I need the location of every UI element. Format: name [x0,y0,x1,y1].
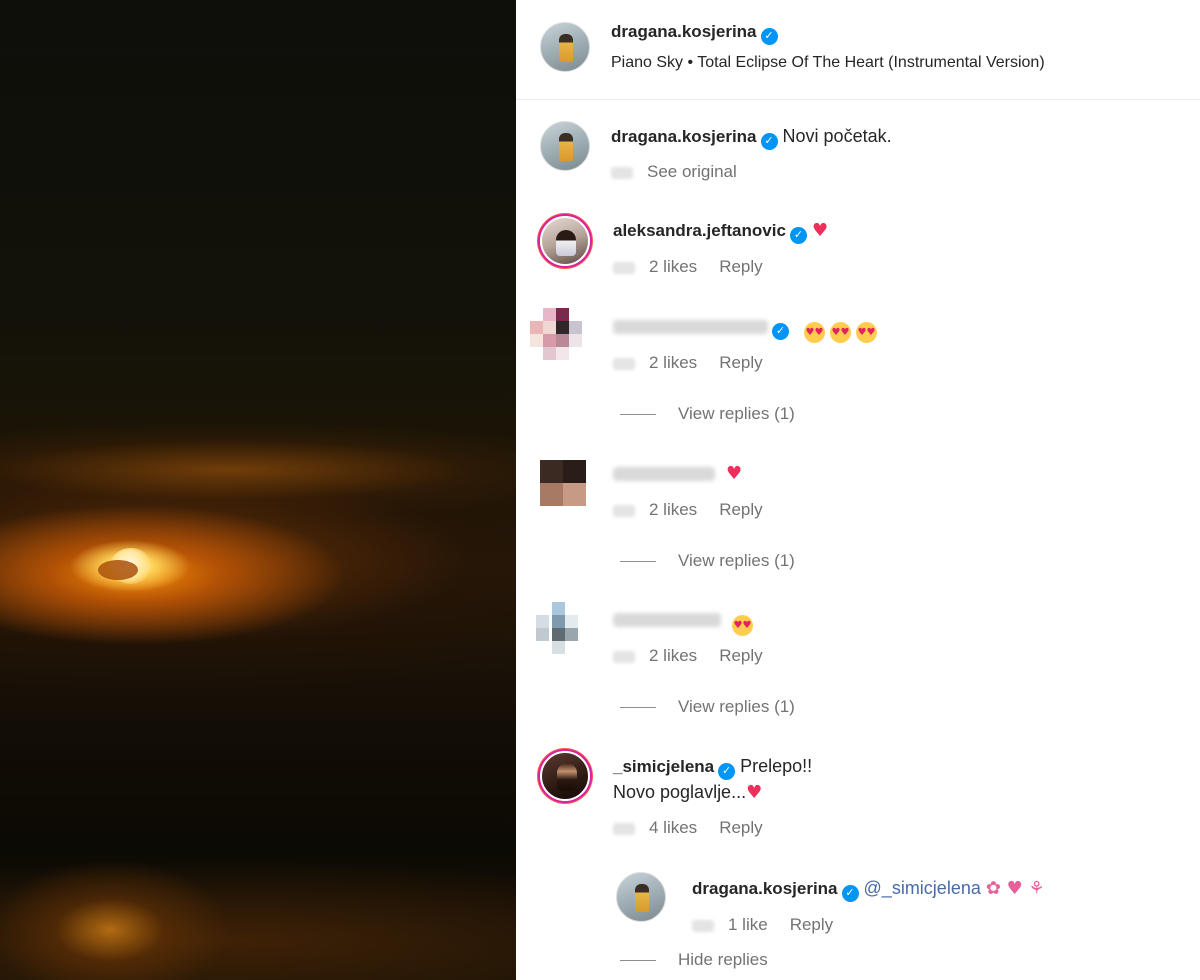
avatar[interactable] [540,751,590,801]
view-replies-label: View replies (1) [678,404,795,423]
comments-panel: dragana.kosjerina ✓ Piano Sky • Total Ecl… [516,0,1200,980]
caption-row: dragana.kosjerina ✓ Novi početak. [611,126,892,150]
comment-meta: 2 likes Reply [613,257,763,277]
timestamp [613,261,635,274]
avatar[interactable] [540,121,590,171]
view-replies-button[interactable]: View replies (1) [620,404,795,424]
reply-meta: 1 like Reply [692,915,833,935]
reply-button[interactable]: Reply [719,646,762,665]
timestamp [613,650,635,663]
post-header: dragana.kosjerina ✓ Piano Sky • Total Ecl… [516,0,1200,100]
comment-username[interactable] [613,467,715,482]
likes-count[interactable]: 2 likes [649,646,697,665]
likes-count[interactable]: 1 like [728,915,768,934]
reply-button[interactable]: Reply [719,500,762,519]
likes-count[interactable]: 2 likes [649,257,697,276]
post-username[interactable]: dragana.kosjerina [611,22,757,41]
avatar[interactable] [536,602,586,654]
likes-count[interactable]: 2 likes [649,353,697,372]
view-replies-label: View replies (1) [678,551,795,570]
avatar[interactable] [540,460,586,506]
comment-text: Novo poglavlje... [613,782,747,802]
comment-row: ♥ [613,463,742,484]
view-replies-button[interactable]: View replies (1) [620,551,795,571]
caption-meta: See original [611,162,737,182]
heart-emoji-icon: ♥ [746,782,763,803]
reply-button[interactable]: Reply [719,257,762,276]
comment-meta: 4 likes Reply [613,818,763,838]
likes-count[interactable]: 2 likes [649,500,697,519]
reply-button[interactable]: Reply [719,353,762,372]
reply-username[interactable]: dragana.kosjerina [692,879,838,898]
reply-button[interactable]: Reply [790,915,833,934]
comment-username[interactable]: _simicjelena [613,757,714,776]
timestamp [613,357,635,370]
comment-row: aleksandra.jeftanovic ✓ ♥ [613,220,828,244]
avatar[interactable] [540,216,590,266]
comment-meta: 2 likes Reply [613,500,763,520]
timestamp [611,166,633,179]
see-original-link[interactable]: See original [647,162,737,181]
comment-row: ✓ ♥♥ ♥♥ ♥♥ [613,316,882,343]
verified-badge-icon: ✓ [760,133,778,150]
verified-badge-icon: ✓ [718,763,736,780]
timestamp [613,504,635,517]
reply-row: dragana.kosjerina ✓ @_simicjelena ✿ ♥ ⚘ [692,878,1045,902]
view-replies-label: View replies (1) [678,697,795,716]
avatar[interactable] [540,22,590,72]
comment-username[interactable]: aleksandra.jeftanovic [613,221,786,240]
caption-username[interactable]: dragana.kosjerina [611,127,757,146]
divider [620,960,656,962]
mention-link[interactable]: @_simicjelena [864,878,981,898]
comment-text: Prelepo!! [740,756,813,776]
divider [620,561,656,563]
timestamp [692,919,714,932]
comment-meta: 2 likes Reply [613,646,763,666]
verified-badge-icon: ✓ [760,28,778,45]
timestamp [613,822,635,835]
flower-heart-butterfly-emoji-icon: ✿ ♥ ⚘ [985,878,1045,899]
divider [620,707,656,709]
view-replies-button[interactable]: View replies (1) [620,697,795,717]
heart-eyes-emoji-icon: ♥♥ ♥♥ ♥♥ [804,316,882,343]
comment-row: _simicjelena ✓ Prelepo!! [613,756,812,780]
comment-row: ♥♥ [613,609,758,636]
reply-button[interactable]: Reply [719,818,762,837]
post-photo [0,0,516,980]
comment-username[interactable] [613,320,768,335]
hide-replies-button[interactable]: Hide replies [620,950,768,970]
sun-shadow [98,560,138,580]
avatar[interactable] [530,308,582,360]
heart-emoji-icon: ♥ [726,463,743,484]
verified-badge-icon: ✓ [789,227,807,244]
comment-username[interactable] [613,613,721,628]
audio-track[interactable]: Piano Sky • Total Eclipse Of The Heart (… [611,54,1045,72]
heart-eyes-emoji-icon: ♥♥ [732,609,758,636]
hide-replies-label: Hide replies [678,950,768,969]
verified-badge-icon: ✓ [772,323,789,340]
heart-emoji-icon: ♥ [811,220,829,241]
avatar[interactable] [616,872,666,922]
likes-count[interactable]: 4 likes [649,818,697,837]
caption-text: Novi početak. [782,126,892,146]
comment-text-line2: Novo poglavlje...♥ [613,782,762,803]
verified-badge-icon: ✓ [841,885,859,902]
divider [620,414,656,416]
post-username-row: dragana.kosjerina ✓ [611,22,778,45]
comment-meta: 2 likes Reply [613,353,763,373]
